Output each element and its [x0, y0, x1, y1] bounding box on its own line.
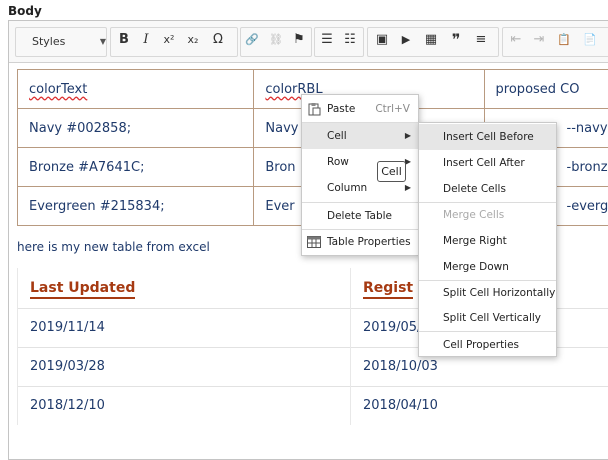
paste-text-icon[interactable]: 📋: [553, 28, 575, 50]
table-cell[interactable]: proposed CO: [484, 70, 608, 109]
menu-item-label: Column: [327, 175, 367, 201]
shortcut-label: Ctrl+V: [375, 96, 410, 122]
styles-group: Styles ▼: [15, 27, 107, 57]
menu-item-delete-cells[interactable]: Delete Cells: [419, 176, 556, 202]
table-row: 2018/12/10 2018/04/10: [18, 386, 608, 425]
menu-item-merge-right[interactable]: Merge Right: [419, 228, 556, 254]
bold-icon[interactable]: B: [113, 28, 135, 50]
table-header-cell[interactable]: Last Updated: [18, 268, 351, 308]
menu-item-cell-properties[interactable]: Cell Properties: [419, 332, 556, 358]
menu-item-label: Delete Table: [327, 203, 392, 229]
table-cell[interactable]: 2019/03/28: [18, 347, 351, 386]
superscript-icon[interactable]: x²: [158, 28, 180, 50]
table-cell[interactable]: Evergreen #215834;: [18, 187, 254, 226]
image-icon[interactable]: ▣: [371, 28, 393, 50]
table-icon[interactable]: ▦: [420, 28, 442, 50]
unlink-icon[interactable]: ⛓: [265, 28, 287, 50]
body-paragraph[interactable]: here is my new table from excel: [17, 240, 210, 254]
anchor-flag-icon[interactable]: ⚑: [288, 28, 310, 50]
horizontal-rule-icon[interactable]: ≡: [470, 28, 492, 50]
paste-word-icon[interactable]: 📄: [579, 28, 601, 50]
cell-submenu: Insert Cell Before Insert Cell After Del…: [418, 122, 557, 357]
clipboard-icon: [307, 102, 321, 116]
body-field-label: Body: [8, 4, 42, 18]
special-char-icon[interactable]: Ω: [207, 28, 229, 50]
menu-item-paste[interactable]: Paste Ctrl+V: [302, 96, 418, 122]
indent-icon[interactable]: ⇥: [528, 28, 550, 50]
menu-item-merge-cells: Merge Cells: [419, 202, 556, 228]
styles-dropdown[interactable]: Styles ▼: [20, 28, 110, 56]
table-cell[interactable]: colorText: [18, 70, 254, 109]
numbered-list-icon[interactable]: ☷: [339, 28, 361, 50]
table-cell[interactable]: Bronze #A7641C;: [18, 148, 254, 187]
media-icon[interactable]: ▶: [395, 28, 417, 50]
menu-item-label: Table Properties: [327, 229, 411, 255]
menu-item-label: Row: [327, 149, 349, 175]
menu-item-label: Cell: [327, 123, 347, 149]
styles-dropdown-label: Styles: [32, 35, 65, 48]
subscript-icon[interactable]: x₂: [182, 28, 204, 50]
italic-icon[interactable]: I: [135, 28, 157, 50]
tooltip: Cell: [377, 161, 406, 182]
menu-item-delete-table[interactable]: Delete Table: [302, 203, 418, 229]
menu-item-split-horizontally[interactable]: Split Cell Horizontally: [419, 280, 556, 306]
table-cell[interactable]: 2018/12/10: [18, 386, 351, 425]
chevron-down-icon: ▼: [100, 28, 106, 56]
table-icon: [307, 235, 321, 249]
menu-item-cell[interactable]: Cell ▶: [302, 123, 418, 149]
menu-item-split-vertically[interactable]: Split Cell Vertically: [419, 305, 556, 331]
menu-item-table-properties[interactable]: Table Properties: [302, 229, 418, 255]
table-cell[interactable]: Navy #002858;: [18, 109, 254, 148]
menu-item-insert-cell-after[interactable]: Insert Cell After: [419, 150, 556, 176]
table-cell[interactable]: 2019/11/14: [18, 308, 351, 347]
chevron-right-icon: ▶: [405, 123, 411, 149]
link-icon[interactable]: 🔗: [241, 28, 263, 50]
bulleted-list-icon[interactable]: ☰: [316, 28, 338, 50]
editor-toolbar: Styles ▼ B I x² x₂ Ω 🔗 ⛓ ⚑ ☰ ☷ ▣ ▶ ▦ ❞ ≡…: [9, 21, 608, 63]
blockquote-icon[interactable]: ❞: [445, 28, 467, 50]
menu-item-insert-cell-before[interactable]: Insert Cell Before: [419, 124, 556, 150]
menu-item-merge-down[interactable]: Merge Down: [419, 254, 556, 280]
outdent-icon[interactable]: ⇤: [505, 28, 527, 50]
menu-item-label: Paste: [327, 96, 355, 122]
table-cell[interactable]: 2018/04/10: [351, 386, 608, 425]
